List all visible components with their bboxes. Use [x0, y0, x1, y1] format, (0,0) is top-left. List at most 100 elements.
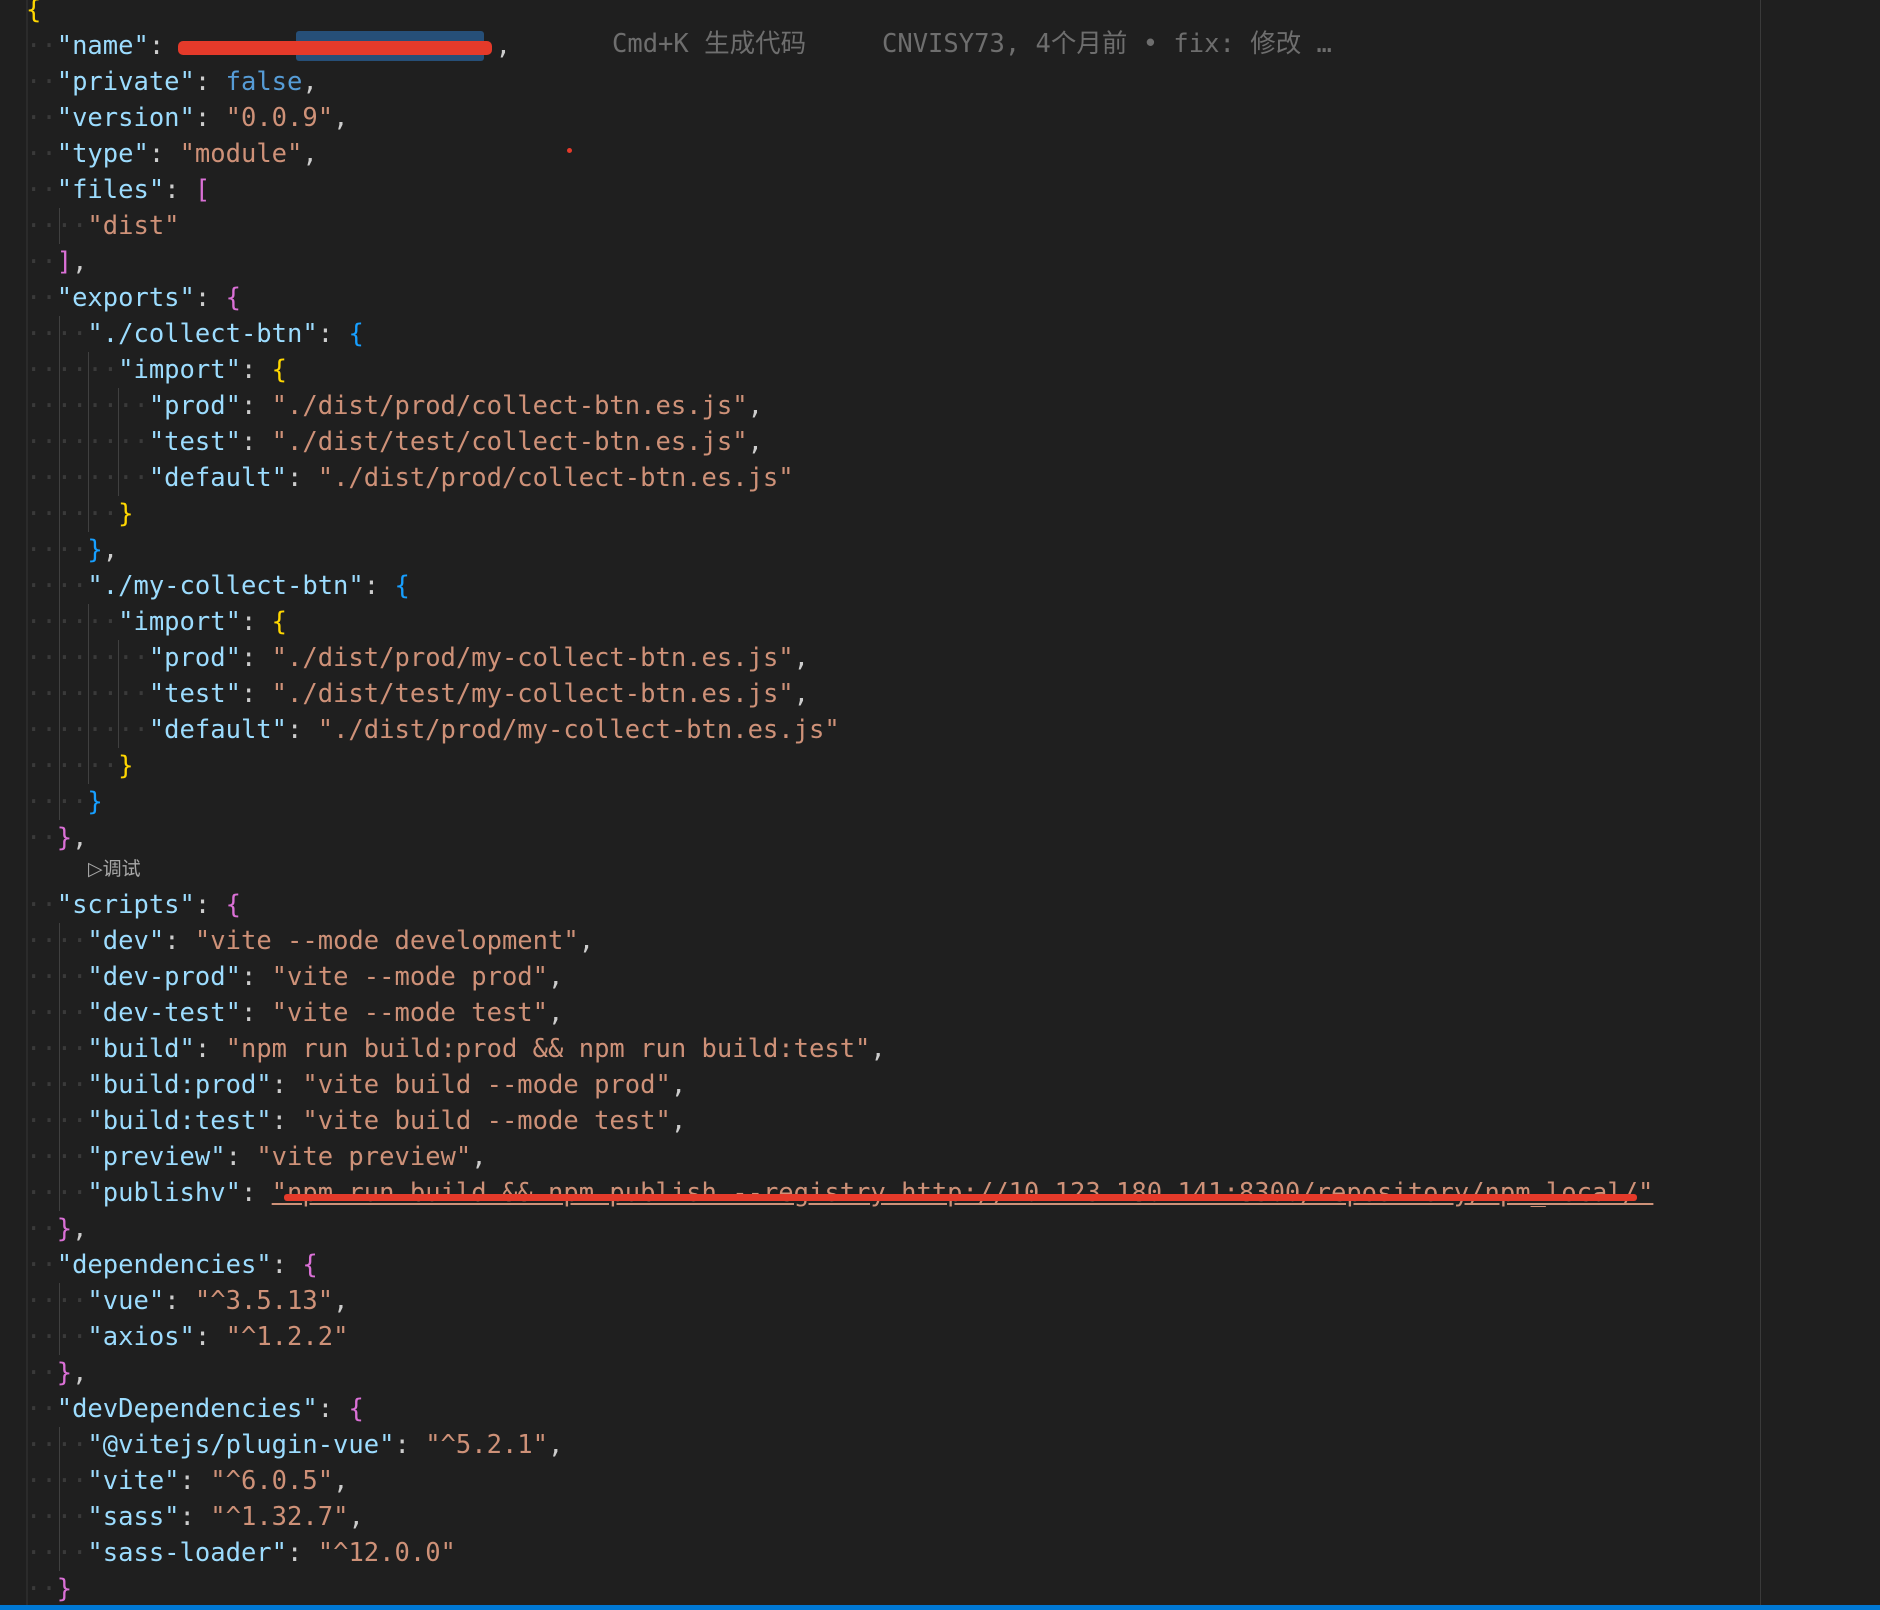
code-line[interactable]: ······ "import": {	[26, 604, 1786, 640]
code-line[interactable]: ······}	[26, 496, 1786, 532]
code-line[interactable]: ··"dependencies": {	[26, 1247, 1786, 1283]
code-line[interactable]: ···· "build:test": "vite build --mode tes…	[26, 1103, 1786, 1139]
code-line[interactable]: ···· "vue": "^3.5.13",	[26, 1283, 1786, 1319]
code-line[interactable]: {	[26, 0, 1786, 28]
code-line[interactable]: ··],	[26, 244, 1786, 280]
indent-guide	[117, 640, 119, 676]
indent-guide	[117, 388, 119, 424]
code-editor[interactable]: {··"name": "[redacted]",··"private": fal…	[0, 0, 1880, 1610]
code-token: "0.0.9"	[225, 103, 334, 133]
code-token: "import"	[118, 607, 241, 637]
code-line[interactable]: ··}	[26, 1571, 1786, 1607]
codelens-debug[interactable]: ▷调试	[88, 855, 141, 883]
indent-guide	[59, 568, 61, 604]
code-token: :	[194, 890, 226, 920]
code-token: "npm run build:prod && npm run build:tes…	[225, 1034, 871, 1064]
code-token: "default"	[148, 463, 287, 493]
code-token: :	[240, 355, 272, 385]
code-line[interactable]: ···· "dist"	[26, 208, 1786, 244]
indent-whitespace: ··	[26, 890, 57, 920]
code-line[interactable]: ········"prod": "./dist/prod/collect-btn…	[26, 388, 1786, 424]
code-token: "private"	[56, 67, 195, 97]
code-line[interactable]: ···· "publishv": "npm run build && npm pu…	[26, 1175, 1786, 1211]
code-token: :	[240, 643, 272, 673]
code-token: ,	[333, 1466, 349, 1496]
code-line[interactable]: ···· "sass": "^1.32.7",	[26, 1499, 1786, 1535]
indent-whitespace: ··	[26, 1394, 57, 1424]
code-line[interactable]: ······ "import": {	[26, 352, 1786, 388]
indent-guide	[59, 1463, 61, 1499]
code-line[interactable]: ········"test": "./dist/test/collect-btn…	[26, 424, 1786, 460]
code-token: :	[148, 31, 180, 61]
indent-guide	[59, 784, 61, 820]
code-token: "^6.0.5"	[210, 1466, 334, 1496]
code-line[interactable]: ····},	[26, 532, 1786, 568]
code-token: {	[225, 890, 241, 920]
code-line[interactable]: ···· "./collect-btn": {	[26, 316, 1786, 352]
code-token: ,	[333, 103, 349, 133]
indent-whitespace: ··	[26, 103, 57, 133]
code-line[interactable]: ········"prod": "./dist/prod/my-collect-…	[26, 640, 1786, 676]
code-line[interactable]: ··"files": [	[26, 172, 1786, 208]
code-line[interactable]: ········"default": "./dist/prod/my-colle…	[26, 712, 1786, 748]
code-token: :	[240, 679, 272, 709]
code-token: "scripts"	[56, 890, 195, 920]
code-token: {	[271, 355, 288, 385]
code-line[interactable]: ···· "dev-test": "vite --mode test",	[26, 995, 1786, 1031]
code-line[interactable]: ···· "vite": "^6.0.5",	[26, 1463, 1786, 1499]
code-token: ,	[548, 962, 564, 992]
code-line[interactable]: ···· "preview": "vite preview",	[26, 1139, 1786, 1175]
code-token: "build:prod"	[87, 1070, 272, 1100]
code-line[interactable]: ··},	[26, 1211, 1786, 1247]
code-line[interactable]: ···· "@vitejs/plugin-vue": "^5.2.1",	[26, 1427, 1786, 1463]
code-line[interactable]: ··"version": "0.0.9",	[26, 100, 1786, 136]
code-line[interactable]: ··},	[26, 1355, 1786, 1391]
indent-guide	[59, 923, 61, 959]
code-token: :	[287, 1538, 318, 1568]
indent-guide	[59, 1499, 61, 1535]
indent-guide	[88, 640, 90, 676]
indent-whitespace: ····	[26, 571, 88, 601]
indent-whitespace: ····	[26, 1034, 88, 1064]
code-token: :	[194, 283, 226, 313]
code-line[interactable]: ···· "build": "npm run build:prod && npm …	[26, 1031, 1786, 1067]
indent-guide	[59, 208, 61, 244]
indent-whitespace: ··	[26, 67, 57, 97]
code-token: "./dist/prod/collect-btn.es.js"	[317, 463, 794, 493]
indent-guide	[59, 604, 61, 640]
git-blame-hint: CNVISY73, 4个月前 • fix: 修改 …	[882, 29, 1332, 59]
code-line[interactable]: ···· "build:prod": "vite build --mode pro…	[26, 1067, 1786, 1103]
code-line[interactable]: ····}	[26, 784, 1786, 820]
code-token: "npm run build && npm publish --registry…	[271, 1178, 1654, 1208]
code-token: ,	[747, 391, 763, 421]
code-line[interactable]: ··"devDependencies": {	[26, 1391, 1786, 1427]
code-line[interactable]: ··"type": "module",	[26, 136, 1786, 172]
code-line[interactable]: ··"exports": {	[26, 280, 1786, 316]
indent-guide	[88, 604, 90, 640]
code-line[interactable]: ···· "dev-prod": "vite --mode prod",	[26, 959, 1786, 995]
code-token: "test"	[148, 679, 241, 709]
code-line[interactable]: ···· "axios": "^1.2.2"	[26, 1319, 1786, 1355]
code-line[interactable]: ··},	[26, 820, 1786, 856]
indent-whitespace: ······	[26, 355, 119, 385]
indent-guide	[88, 424, 90, 460]
code-line[interactable]: ···· "./my-collect-btn": {	[26, 568, 1786, 604]
indent-guide	[59, 995, 61, 1031]
code-token: "./my-collect-btn"	[87, 571, 364, 601]
code-line[interactable]: ··"scripts": {	[26, 887, 1786, 923]
code-line[interactable]: ······}	[26, 748, 1786, 784]
indent-whitespace: ····	[26, 1502, 88, 1532]
code-line[interactable]: ···· "dev": "vite --mode development",	[26, 923, 1786, 959]
code-token: "dev-test"	[87, 998, 241, 1028]
code-token: "@vitejs/plugin-vue"	[87, 1430, 395, 1460]
code-line[interactable]: ········"default": "./dist/prod/collect-…	[26, 460, 1786, 496]
code-line[interactable]: ········"test": "./dist/test/my-collect-…	[26, 676, 1786, 712]
indent-whitespace: ····	[26, 1178, 88, 1208]
indent-guide	[88, 712, 90, 748]
code-line[interactable]: ··"private": false,	[26, 64, 1786, 100]
code-token: {	[394, 571, 410, 601]
code-token: :	[164, 926, 195, 956]
code-line[interactable]: ···· "sass-loader": "^12.0.0"	[26, 1535, 1786, 1571]
code-token: :	[194, 103, 226, 133]
code-token: "./dist/prod/my-collect-btn.es.js"	[271, 643, 794, 673]
